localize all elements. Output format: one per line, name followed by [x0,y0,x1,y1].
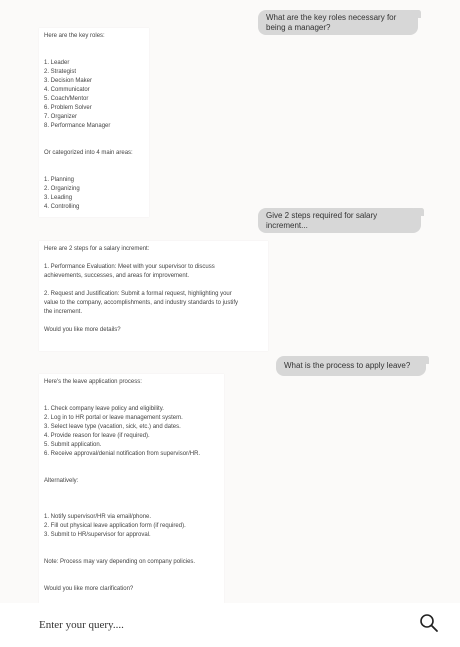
user-message-2: Give 2 steps required for salary increme… [258,208,424,233]
message-line: Here are 2 steps for a salary increment: [44,246,150,252]
message-line [44,140,145,149]
message-line: Or categorized into 4 main areas: [44,150,133,156]
message-line [44,131,145,140]
message-line [44,396,220,405]
message-line [44,167,145,176]
message-line: 1. Leader [44,60,70,66]
message-line [44,50,145,59]
message-line: 1. Check company leave policy and eligib… [44,406,164,412]
message-line [44,576,220,585]
assistant-message-3: Here's the leave application process: 1. … [39,374,224,603]
message-line [44,495,220,504]
message-line: Here are the key roles: [44,33,105,39]
message-line: 6. Receive approval/denial notification … [44,451,201,457]
message-line: 3. Select leave type (vacation, sick, et… [44,424,181,430]
user-message-text: What are the key roles necessary for bei… [266,13,397,32]
message-line: 5. Submit application. [44,442,102,448]
message-line [44,387,220,396]
message-line: 2. Organizing [44,186,80,192]
message-line: 1. Planning [44,177,75,183]
query-bar [0,603,460,647]
message-line: 4. Controlling [44,204,80,210]
message-line [44,486,220,495]
message-line [44,281,264,290]
message-line: Note: Process may vary depending on comp… [44,559,196,565]
user-message-1: What are the key roles necessary for bei… [258,10,421,35]
message-line [44,468,220,477]
message-line: Would you like more details? [44,327,121,333]
message-line: 3. Leading [44,195,73,201]
search-icon [420,614,438,632]
message-line [44,459,220,468]
message-line [44,254,264,263]
message-line: 6. Problem Solver [44,105,92,111]
message-line: 2. Strategist [44,69,77,75]
message-line [44,567,220,576]
user-message-3: What is the process to apply leave? [276,356,429,376]
message-line: 8. Performance Manager [44,123,111,129]
user-message-text: Give 2 steps required for salary increme… [266,211,378,230]
message-line: Here's the leave application process: [44,379,142,385]
message-line: the increment. [44,309,83,315]
message-line: Alternatively: [44,478,79,484]
message-line: value to the company, accomplishments, a… [44,300,238,306]
message-line [44,158,145,167]
message-line [44,540,220,549]
message-line: 4. Provide reason for leave (if required… [44,433,150,439]
message-line: achievements, successes, and areas for i… [44,273,190,279]
query-input[interactable] [39,615,399,635]
message-line: 7. Organizer [44,114,78,120]
message-line: Would you like more clarification? [44,586,134,592]
message-line: 1. Notify supervisor/HR via email/phone. [44,514,152,520]
message-line: 2. Log in to HR portal or leave manageme… [44,415,183,421]
message-line: 4. Communicator [44,87,90,93]
message-line [44,504,220,513]
message-line: 2. Request and Justification: Submit a f… [44,291,232,297]
message-line [44,41,145,50]
user-message-text: What is the process to apply leave? [284,361,411,370]
message-line [44,317,264,326]
message-line: 2. Fill out physical leave application f… [44,523,186,529]
search-button[interactable] [418,612,440,634]
message-line: 5. Coach/Mentor [44,96,89,102]
message-line: 3. Decision Maker [44,78,93,84]
message-line: 1. Performance Evaluation: Meet with you… [44,264,215,270]
message-line [44,549,220,558]
assistant-message-2: Here are 2 steps for a salary increment:… [39,241,268,351]
assistant-message-1: Here are the key roles: 1. Leader 2. Strat… [39,28,149,217]
message-line: 3. Submit to HR/supervisor for approval. [44,532,151,538]
